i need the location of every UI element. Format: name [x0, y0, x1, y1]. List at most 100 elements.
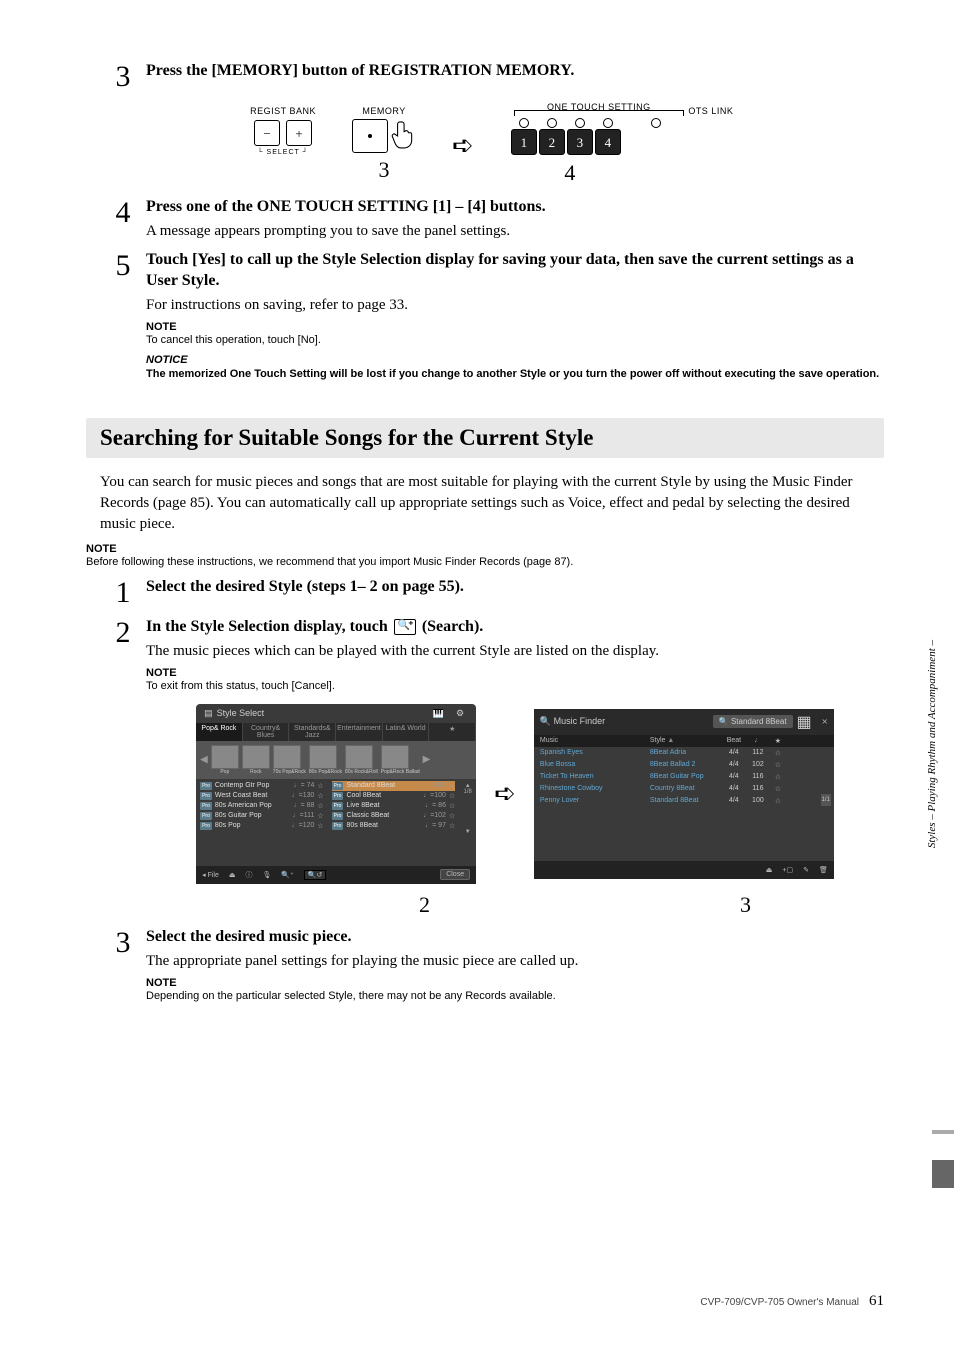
piano-icon[interactable]: 🎹 [433, 708, 444, 719]
search-field[interactable]: 🔍 Standard 8Beat [713, 715, 793, 728]
tab-latin[interactable]: Latin& World [383, 723, 430, 741]
tab-standards[interactable]: Standards& Jazz [289, 723, 336, 741]
thumb[interactable] [345, 745, 373, 769]
style-item[interactable]: ProClassic 8Beat♩=102☆ [332, 811, 456, 821]
ots-button-2[interactable]: 2 [539, 129, 565, 155]
thumb[interactable] [273, 745, 301, 769]
menu-icon[interactable]: ▦ [797, 712, 812, 732]
style-item-selected[interactable]: ProStandard 8Beat♩=100☆ [332, 781, 456, 791]
arrow-right-icon: ➪ [494, 779, 516, 809]
style-item[interactable]: ProWest Coast Beat♩=130☆ [200, 791, 324, 801]
mf-title-row: 🔍 Music Finder [540, 716, 605, 727]
ots-button-4[interactable]: 4 [595, 129, 621, 155]
eject-icon[interactable]: ⏏ [766, 866, 773, 874]
note-text: To cancel this operation, touch [No]. [146, 334, 884, 346]
mf-row[interactable]: Ticket To Heaven8Beat Guitar Pop4/4116☆ [534, 771, 834, 783]
star-icon[interactable]: ☆ [449, 792, 455, 800]
regist-next-button[interactable]: + [286, 120, 312, 146]
step-number: 4 [100, 196, 146, 241]
section2-step-1: 1 Select the desired Style (steps 1– 2 o… [100, 576, 884, 608]
page-number: 1/8 [459, 789, 476, 795]
edit-icon[interactable]: ✎ [803, 866, 809, 874]
step-number: 1 [100, 576, 146, 608]
style-select-footer: ◂ File ⏏ ⓘ 🎙 🔍⁺ 🔍↺ Close [196, 866, 476, 884]
thumb[interactable] [309, 745, 337, 769]
step-number: 3 [100, 60, 146, 92]
figure-callout-4: 4 [510, 160, 630, 186]
note-text: Depending on the particular selected Sty… [146, 990, 884, 1002]
record-icon[interactable]: 🎙 [262, 871, 271, 879]
tab-country[interactable]: Country& Blues [243, 723, 290, 741]
page-number: 61 [869, 1293, 884, 1310]
folder-icon: ▤ [204, 708, 213, 719]
star-icon[interactable]: ☆ [449, 782, 455, 790]
star-icon[interactable]: ☆ [770, 785, 786, 793]
mf-row[interactable]: Rhinestone CowboyCountry 8Beat4/4116☆ [534, 783, 834, 795]
info-icon[interactable]: ⓘ [245, 870, 252, 880]
star-icon[interactable]: ☆ [317, 802, 323, 810]
step-title-part-b: (Search). [422, 618, 483, 635]
intro-note: NOTE Before following these instructions… [86, 543, 884, 568]
mf-row[interactable]: Blue Bossa8Beat Ballad 24/4102☆ [534, 759, 834, 771]
notice-text: The memorized One Touch Setting will be … [146, 367, 884, 382]
thumb-label: 80s Rock&Roll [345, 769, 378, 775]
col-fav[interactable]: ★ [770, 737, 786, 745]
star-icon[interactable]: ☆ [317, 792, 323, 800]
style-item[interactable]: Pro80s Pop♩=120☆ [200, 821, 324, 831]
trash-icon[interactable]: 🗑 [819, 866, 828, 874]
star-icon[interactable]: ☆ [770, 797, 786, 805]
memory-button[interactable] [352, 119, 388, 153]
thumb-prev-button[interactable]: ▶ [200, 754, 208, 765]
star-icon[interactable]: ☆ [770, 749, 786, 757]
col-music[interactable]: Music [540, 737, 650, 745]
star-icon[interactable]: ☆ [449, 812, 455, 820]
ots-group: ONE TOUCH SETTING OTS LINK 1 2 [510, 106, 734, 186]
thumb[interactable] [381, 745, 409, 769]
close-button[interactable]: Close [440, 869, 470, 880]
star-icon[interactable]: ☆ [770, 773, 786, 781]
search-add-button[interactable]: 🔍⁺ [281, 871, 293, 879]
figure-callout-2: 2 [419, 892, 430, 918]
style-item[interactable]: Pro80s Guitar Pop♩=111☆ [200, 811, 324, 821]
thumb[interactable] [242, 745, 270, 769]
section-heading: Searching for Suitable Songs for the Cur… [86, 418, 884, 458]
style-item[interactable]: Pro80s 8Beat♩= 97☆ [332, 821, 456, 831]
step-title: Press the [MEMORY] button of REGISTRATIO… [146, 60, 884, 82]
col-style[interactable]: Style ▲ [650, 737, 722, 745]
search-recall-button[interactable]: 🔍↺ [304, 870, 327, 880]
pro-badge: Pro [200, 822, 212, 830]
panel-diagram: REGIST BANK − + └ SELECT ┘ MEMORY 3 ➪ [100, 106, 884, 186]
style-item[interactable]: ProLive 8Beat♩= 86☆ [332, 801, 456, 811]
col-tempo[interactable]: ♩ [746, 737, 770, 745]
star-icon[interactable]: ☆ [449, 802, 455, 810]
ots-button-3[interactable]: 3 [567, 129, 593, 155]
thumb-label: Pop [211, 769, 239, 775]
mf-row[interactable]: Spanish Eyes8Beat Adria4/4112☆ [534, 747, 834, 759]
tab-entertainment[interactable]: Entertainment [336, 723, 383, 741]
ots-button-1[interactable]: 1 [511, 129, 537, 155]
star-icon[interactable]: ☆ [770, 761, 786, 769]
star-icon[interactable]: ☆ [449, 822, 455, 830]
mf-row[interactable]: Penny LoverStandard 8Beat4/4100☆ [534, 795, 834, 807]
star-icon[interactable]: ☆ [317, 812, 323, 820]
file-button[interactable]: ◂ File [202, 871, 219, 879]
regist-bank-group: REGIST BANK − + └ SELECT ┘ [250, 106, 316, 156]
style-item[interactable]: Pro80s American Pop♩= 88☆ [200, 801, 324, 811]
style-item[interactable]: ProContemp Gtr Pop♩= 74☆ [200, 781, 324, 791]
add-record-button[interactable]: +▢ [782, 866, 793, 874]
thumb-next-button[interactable]: ▶ [423, 754, 431, 765]
ots-led-4 [603, 118, 613, 128]
tab-favorite[interactable]: ★ [429, 723, 476, 741]
eject-icon[interactable]: ⏏ [229, 871, 236, 879]
style-list-left: ProContemp Gtr Pop♩= 74☆ ProWest Coast B… [196, 779, 328, 835]
regist-prev-button[interactable]: − [254, 120, 280, 146]
star-icon[interactable]: ☆ [317, 782, 323, 790]
close-x-button[interactable]: × [822, 716, 828, 728]
col-beat[interactable]: Beat [722, 737, 746, 745]
tab-pop-rock[interactable]: Pop& Rock [196, 723, 243, 741]
star-icon[interactable]: ☆ [317, 822, 323, 830]
thumb[interactable] [211, 745, 239, 769]
menu-icon[interactable]: ⚙ [456, 708, 464, 719]
style-item[interactable]: ProCool 8Beat♩=100☆ [332, 791, 456, 801]
manual-title: CVP-709/CVP-705 Owner's Manual [700, 1297, 859, 1308]
